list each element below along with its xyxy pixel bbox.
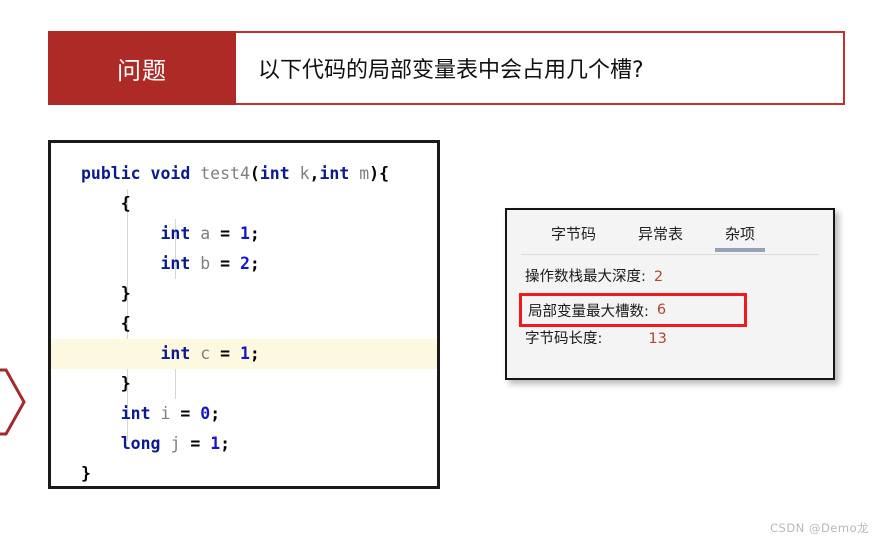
code-token: } xyxy=(120,374,131,393)
code-token: 1 xyxy=(239,344,250,363)
info-row-label: 字节码长度: xyxy=(525,331,603,347)
code-line: } xyxy=(51,459,437,486)
code-token: = xyxy=(180,404,191,423)
code-token: j xyxy=(170,434,181,453)
code-token: = xyxy=(220,224,231,243)
code-token: int xyxy=(160,254,191,273)
info-row-value: 13 xyxy=(648,331,667,347)
code-token: ( xyxy=(249,164,260,183)
watermark: CSDN @Demo龙 xyxy=(770,521,870,535)
tab-active[interactable]: 杂项 xyxy=(715,220,766,254)
code-token: = xyxy=(190,434,201,453)
code-token: ; xyxy=(249,344,260,363)
code-line: public void test4(int k,int m){ xyxy=(51,159,437,189)
code-token: ; xyxy=(210,404,221,423)
info-panel-tabs: 字节码 异常表 杂项 xyxy=(507,210,833,254)
tab-inactive[interactable]: 字节码 xyxy=(547,220,600,254)
info-panel-rows: 操作数栈最大深度: 2 局部变量最大槽数: 6 字节码长度: 13 xyxy=(507,255,833,355)
code-token: = xyxy=(220,254,231,273)
code-token: int xyxy=(259,164,290,183)
tab-inactive[interactable]: 异常表 xyxy=(634,220,687,254)
bytecode-info-panel: 字节码 异常表 杂项 操作数栈最大深度: 2 局部变量最大槽数: 6 字节码长度: 13 xyxy=(505,208,835,380)
code-line: int c = 1; xyxy=(51,339,437,369)
code-token: , xyxy=(309,164,320,183)
code-line: { xyxy=(51,189,437,219)
code-token: i xyxy=(160,404,171,423)
code-token: k xyxy=(299,164,310,183)
code-token: public xyxy=(81,164,141,183)
code-panel: public void test4(int k,int m){ { int a … xyxy=(48,140,440,489)
info-row-highlighted: 局部变量最大槽数: 6 xyxy=(519,293,747,327)
code-line: int a = 1; xyxy=(51,219,437,249)
info-row: 字节码长度: 13 xyxy=(525,327,833,355)
code-token: int xyxy=(160,344,191,363)
code-token: m xyxy=(359,164,370,183)
info-row-value: 6 xyxy=(656,302,667,318)
code-token: test4 xyxy=(200,164,250,183)
code-token: c xyxy=(200,344,211,363)
info-row-value: 2 xyxy=(653,269,664,285)
code-token: int xyxy=(120,404,151,423)
code-token: a xyxy=(200,224,211,243)
code-token: ; xyxy=(249,224,260,243)
info-row-label: 操作数栈最大深度: xyxy=(525,269,646,285)
code-token: ; xyxy=(220,434,231,453)
code-line: { xyxy=(51,309,437,339)
code-line: int b = 2; xyxy=(51,249,437,279)
question-banner: 问题 以下代码的局部变量表中会占用几个槽? xyxy=(48,31,845,105)
banner-label: 问题 xyxy=(48,31,236,105)
code-line-list: public void test4(int k,int m){ { int a … xyxy=(51,159,437,486)
code-token: 0 xyxy=(200,404,211,423)
code-token: void xyxy=(150,164,191,183)
code-token: } xyxy=(120,284,131,303)
code-token: 1 xyxy=(210,434,221,453)
code-token: } xyxy=(81,464,91,483)
code-token: int xyxy=(160,224,191,243)
code-line: } xyxy=(51,279,437,309)
code-token: ){ xyxy=(369,164,390,183)
code-token: int xyxy=(319,164,350,183)
code-line: } xyxy=(51,369,437,399)
banner-title: 以下代码的局部变量表中会占用几个槽? xyxy=(236,31,845,105)
code-content: public void test4(int k,int m){ { int a … xyxy=(51,143,437,486)
code-token: b xyxy=(200,254,211,273)
code-token: ; xyxy=(249,254,260,273)
code-token: { xyxy=(120,314,131,333)
code-line: int i = 0; xyxy=(51,399,437,429)
info-row-label: 局部变量最大槽数: xyxy=(528,303,649,320)
chevron-arrow-icon xyxy=(0,366,28,438)
code-line: long j = 1; xyxy=(51,429,437,459)
code-token: long xyxy=(120,434,161,453)
code-token: = xyxy=(220,344,231,363)
code-token: 2 xyxy=(239,254,250,273)
info-row: 操作数栈最大深度: 2 xyxy=(525,265,833,293)
code-token: 1 xyxy=(239,224,250,243)
code-token: { xyxy=(120,194,131,213)
